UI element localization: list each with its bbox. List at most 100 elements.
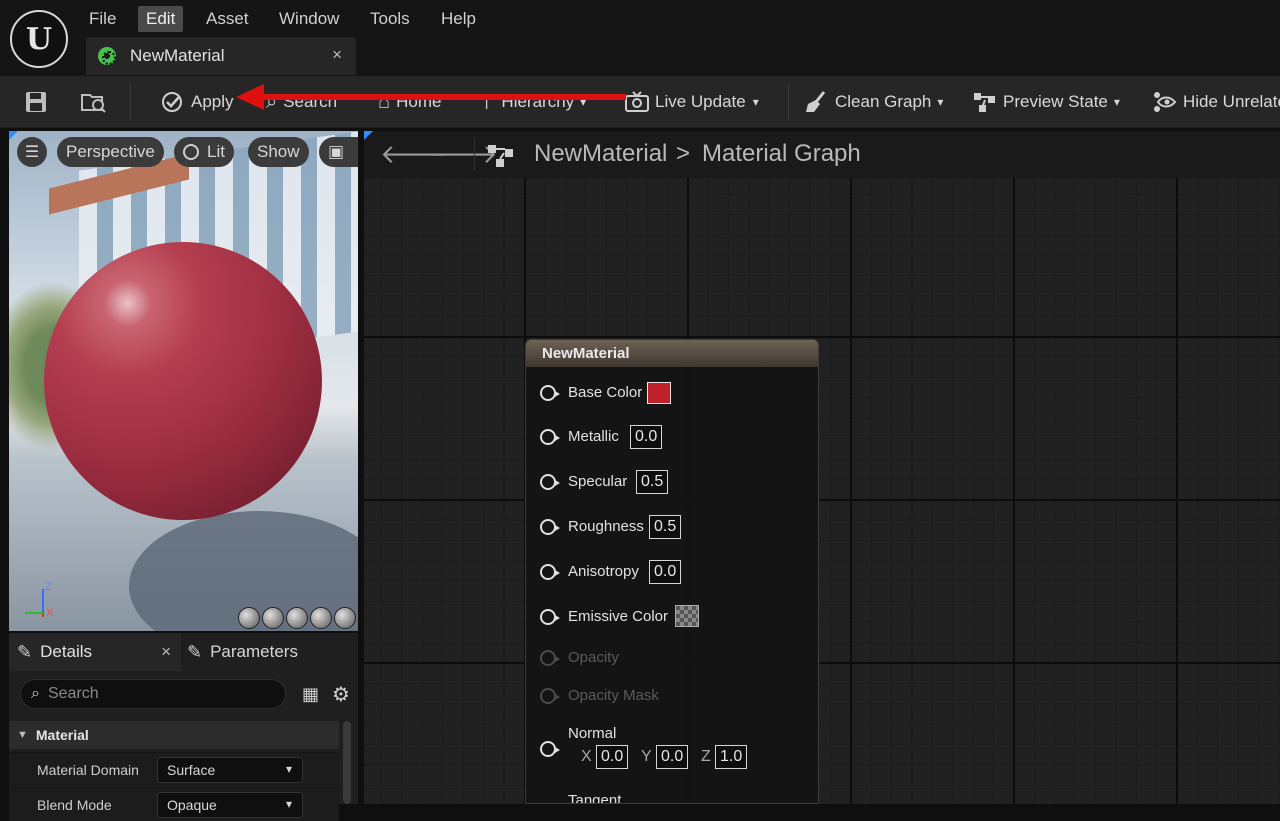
metallic-pin[interactable] — [540, 429, 560, 445]
material-domain-dropdown[interactable]: Surface ▾ — [157, 757, 303, 783]
menu-window[interactable]: Window — [271, 6, 347, 32]
unreal-logo-icon[interactable]: U — [10, 10, 68, 68]
emissive-color-label: Emissive Color — [568, 608, 669, 625]
hamburger-icon: ☰ — [24, 144, 40, 161]
cylinder-shape-icon[interactable] — [238, 607, 260, 629]
base-color-pin[interactable] — [540, 385, 560, 401]
details-scrollbar[interactable] — [343, 721, 351, 804]
details-search-input[interactable]: ⌕ Search — [20, 679, 286, 709]
roughness-pin[interactable] — [540, 519, 560, 535]
viewport-options-button[interactable]: ▣ — [319, 137, 358, 167]
breadcrumb-leaf: Material Graph — [702, 140, 861, 167]
material-result-node[interactable]: NewMaterial Base Color Metallic 0.0 Spec… — [525, 339, 819, 804]
hide-unrelated-icon — [1154, 92, 1177, 112]
menu-file[interactable]: File — [81, 6, 124, 32]
live-update-button[interactable]: Live Update ▾ — [624, 76, 759, 128]
cube-shape-icon[interactable] — [310, 607, 332, 629]
lit-icon — [183, 144, 199, 160]
normal-x-input[interactable]: 0.0 — [596, 745, 629, 769]
tab-parameters[interactable]: ✎ Parameters — [187, 633, 358, 671]
roughness-label: Roughness — [568, 518, 644, 535]
opacity-mask-label: Opacity Mask — [568, 687, 659, 704]
browse-button[interactable] — [80, 76, 108, 128]
metallic-label: Metallic — [568, 428, 619, 445]
axis-gizmo: Z X — [17, 581, 57, 621]
live-update-icon — [625, 91, 649, 112]
anisotropy-pin[interactable] — [540, 564, 560, 580]
preview-viewport[interactable]: ☰ Perspective Lit Show ▣ Z X — [9, 131, 358, 631]
normal-z-input[interactable]: 1.0 — [715, 745, 748, 769]
opacity-pin[interactable] — [540, 650, 560, 666]
hide-unrelated-label: Hide Unrelate — [1183, 92, 1280, 111]
hide-unrelated-button[interactable]: Hide Unrelate — [1152, 76, 1280, 128]
menu-tools[interactable]: Tools — [362, 6, 418, 32]
menu-asset[interactable]: Asset — [198, 6, 257, 32]
menu-help[interactable]: Help — [433, 6, 484, 32]
specular-label: Specular — [568, 473, 628, 490]
broom-icon — [806, 91, 826, 112]
tab-details[interactable]: ✎ Details × — [9, 633, 181, 671]
node-title: NewMaterial — [526, 340, 818, 367]
opacity-mask-pin[interactable] — [540, 688, 560, 704]
details-icon: ✎ — [17, 641, 33, 662]
lit-button[interactable]: Lit — [174, 137, 234, 167]
mesh-shape-icon[interactable] — [334, 607, 356, 629]
material-graph-canvas[interactable] — [364, 131, 1280, 804]
title-bar: U File Edit Asset Window Tools Help NewM… — [0, 0, 1280, 76]
sphere-shape-icon[interactable] — [262, 607, 284, 629]
close-details-icon[interactable]: × — [161, 642, 171, 662]
preview-sphere — [44, 242, 322, 520]
chevron-down-icon: ▾ — [285, 797, 292, 811]
metallic-input[interactable]: 0.0 — [630, 425, 663, 449]
menu-edit[interactable]: Edit — [138, 6, 184, 32]
parameters-tab-label: Parameters — [210, 642, 298, 661]
lit-label: Lit — [207, 142, 225, 161]
material-section-header[interactable]: ▼ Material — [9, 721, 339, 749]
clean-graph-button[interactable]: Clean Graph ▾ — [804, 76, 943, 128]
graph-breadcrumb-bar: 🡐 🡒 NewMaterial > Material Graph — [364, 131, 1280, 178]
emissive-color-pin[interactable] — [540, 609, 560, 625]
save-button[interactable] — [24, 76, 48, 128]
tab-title: NewMaterial — [130, 46, 225, 65]
axis-z-label: Z — [45, 581, 52, 593]
property-row-material-domain: Material Domain Surface ▾ — [9, 752, 339, 786]
base-color-label: Base Color — [568, 384, 643, 401]
tab-newmaterial[interactable]: NewMaterial × — [86, 37, 356, 75]
panel-corner-marker — [9, 131, 18, 140]
show-button[interactable]: Show — [248, 137, 309, 167]
anisotropy-input[interactable]: 0.0 — [649, 560, 682, 584]
preview-state-icon — [974, 93, 995, 112]
apply-label: Apply — [191, 92, 234, 111]
apply-button[interactable]: Apply — [160, 76, 234, 128]
normal-label: Normal — [568, 725, 617, 742]
viewport-menu-button[interactable]: ☰ — [17, 137, 47, 167]
preview-state-button[interactable]: Preview State ▾ — [972, 76, 1120, 128]
chevron-down-icon: ▾ — [1113, 95, 1120, 109]
clean-graph-label: Clean Graph — [835, 92, 932, 111]
base-color-swatch[interactable] — [647, 382, 671, 404]
perspective-button[interactable]: Perspective — [57, 137, 164, 167]
gear-icon[interactable]: ⚙ — [332, 682, 350, 707]
search-placeholder: Search — [47, 685, 99, 702]
emissive-color-swatch[interactable] — [675, 605, 699, 627]
normal-y-input[interactable]: 0.0 — [656, 745, 689, 769]
blend-mode-label: Blend Mode — [37, 796, 112, 813]
save-icon — [26, 92, 46, 112]
details-tab-label: Details — [40, 642, 93, 661]
graph-icon — [488, 145, 513, 167]
toolbar: Apply ⌕ Search ⌂ Home ⊤ Hierarchy ▾ Live… — [0, 76, 1280, 128]
material-domain-label: Material Domain — [37, 761, 139, 778]
plane-shape-icon[interactable] — [286, 607, 308, 629]
property-row-blend-mode: Blend Mode Opaque ▾ — [9, 787, 339, 821]
close-tab-icon[interactable]: × — [332, 45, 342, 65]
browse-folder-icon — [81, 94, 106, 113]
roughness-input[interactable]: 0.5 — [649, 515, 682, 539]
breadcrumb-root[interactable]: NewMaterial — [534, 140, 667, 168]
chevron-down-icon: ▾ — [937, 95, 944, 109]
normal-pin[interactable] — [540, 741, 560, 757]
breadcrumb-separator: > — [676, 140, 691, 167]
table-view-icon[interactable]: ▦ — [302, 684, 319, 705]
blend-mode-dropdown[interactable]: Opaque ▾ — [157, 792, 303, 818]
specular-pin[interactable] — [540, 474, 560, 490]
specular-input[interactable]: 0.5 — [636, 470, 669, 494]
